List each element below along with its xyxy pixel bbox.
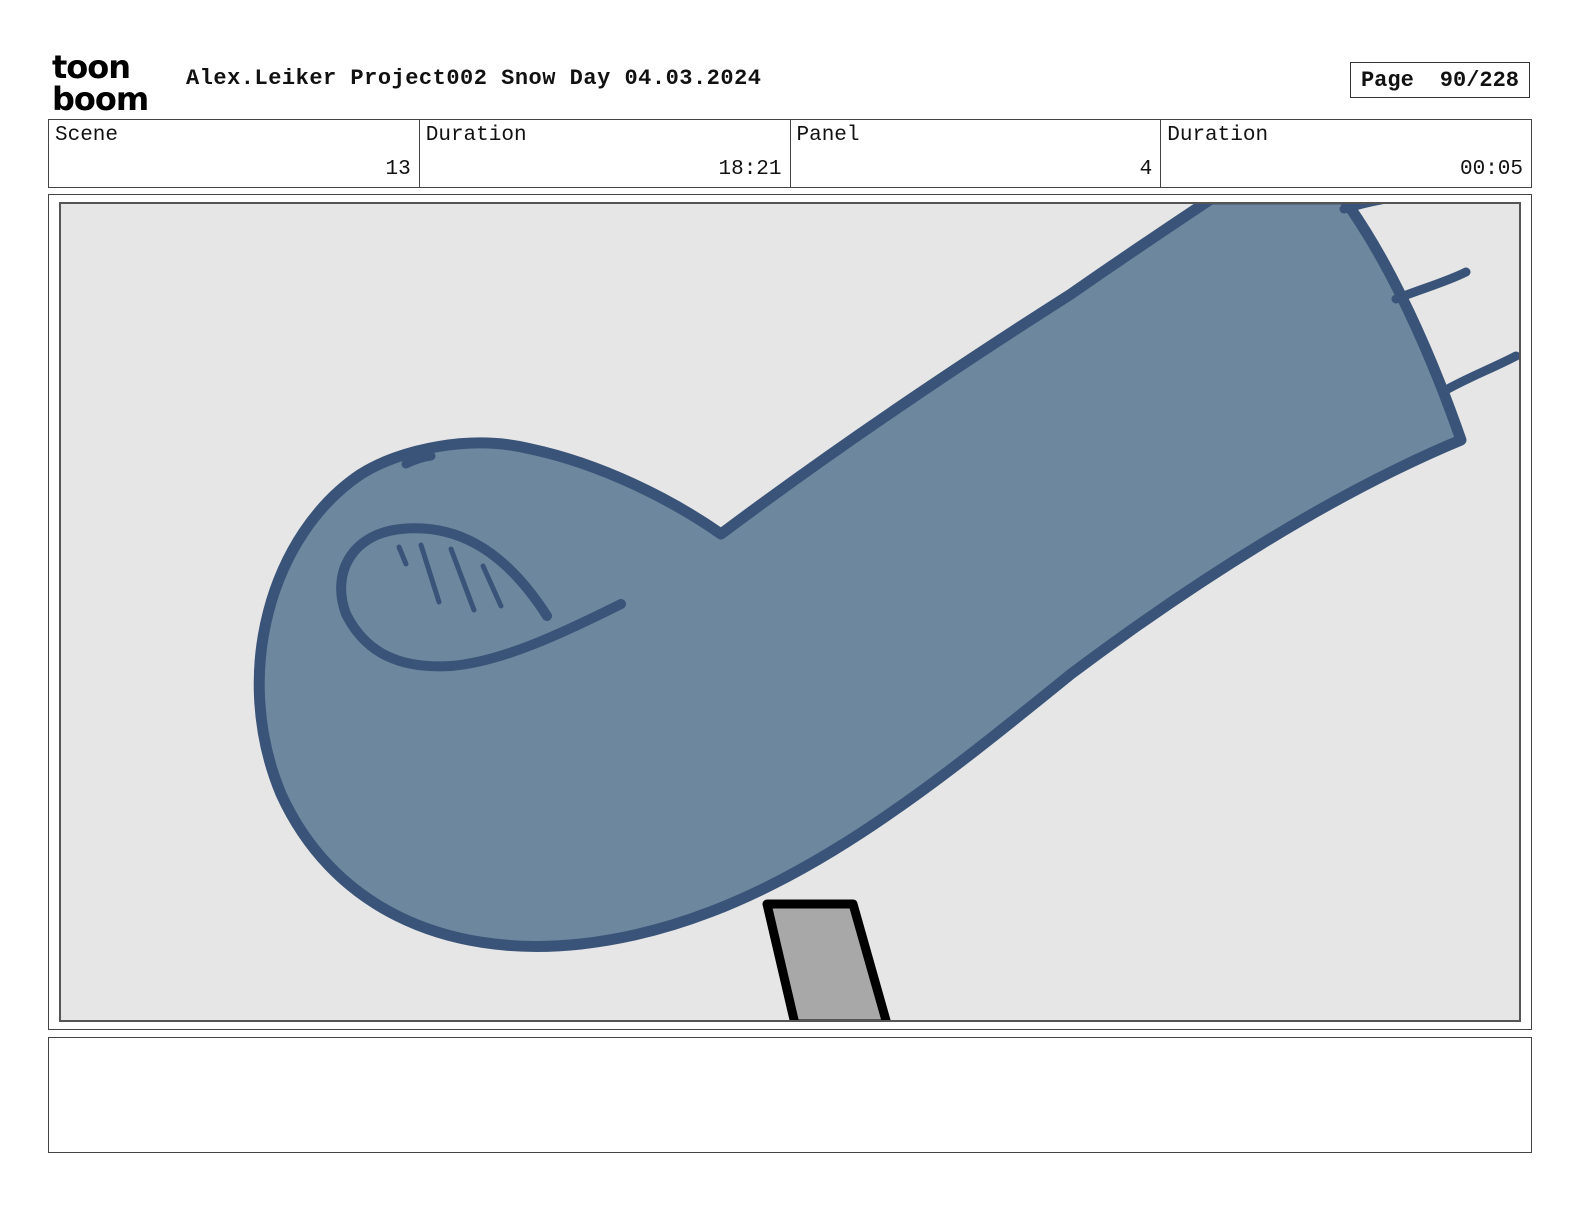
panel-notes-box <box>48 1037 1532 1153</box>
panel-value: 4 <box>1139 158 1153 181</box>
page-value: 90/228 <box>1439 67 1520 93</box>
scene-value: 13 <box>385 158 411 181</box>
panel-drawing <box>61 204 1519 1020</box>
scene-duration-cell: Duration 18:21 <box>420 120 791 187</box>
document-title: Alex.Leiker Project002 Snow Day 04.03.20… <box>186 66 762 91</box>
panel-label: Panel <box>796 124 860 147</box>
scene-cell: Scene 13 <box>49 120 420 187</box>
panel-cell: Panel 4 <box>791 120 1162 187</box>
panel-duration-cell: Duration 00:05 <box>1161 120 1531 187</box>
storyboard-panel-frame <box>48 194 1532 1030</box>
scene-info-table: Scene 13 Duration 18:21 Panel 4 Duration… <box>48 119 1532 188</box>
panel-duration-value: 00:05 <box>1459 158 1523 181</box>
toon-boom-logo: toon boom <box>50 48 166 118</box>
page-label: Page <box>1360 67 1414 93</box>
storyboard-panel-image <box>59 202 1521 1022</box>
panel-duration-label: Duration <box>1167 124 1269 147</box>
scene-label: Scene <box>55 124 119 147</box>
scene-duration-value: 18:21 <box>718 158 782 181</box>
logo-line2: boom <box>52 80 148 112</box>
page-counter: Page 90/228 <box>1350 62 1530 98</box>
scene-duration-label: Duration <box>425 124 527 147</box>
